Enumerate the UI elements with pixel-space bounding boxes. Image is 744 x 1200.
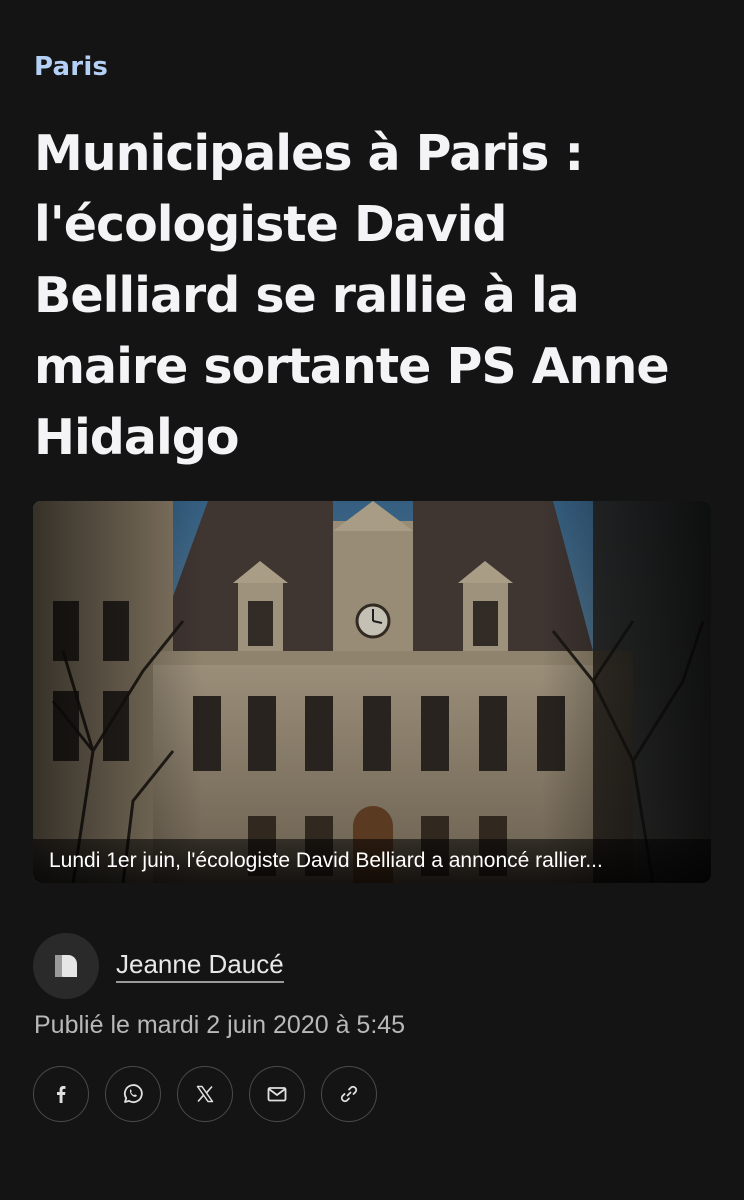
share-buttons	[33, 1066, 377, 1122]
share-facebook-button[interactable]	[33, 1066, 89, 1122]
email-icon	[267, 1087, 287, 1102]
author-logo-icon	[55, 955, 77, 977]
whatsapp-icon	[123, 1084, 143, 1103]
category-link[interactable]: Paris	[34, 52, 108, 82]
article-headline: Municipales à Paris : l'écologiste David…	[34, 125, 670, 466]
image-caption: Lundi 1er juin, l'écologiste David Belli…	[33, 839, 711, 883]
facebook-icon	[57, 1086, 66, 1103]
share-link-button[interactable]	[321, 1066, 377, 1122]
article-image[interactable]: Lundi 1er juin, l'écologiste David Belli…	[33, 501, 711, 883]
share-whatsapp-button[interactable]	[105, 1066, 161, 1122]
city-hall-photo	[33, 501, 711, 883]
x-icon	[196, 1085, 214, 1103]
author-avatar	[33, 933, 99, 999]
share-x-button[interactable]	[177, 1066, 233, 1122]
author-row: Jeanne Daucé	[33, 933, 284, 999]
share-email-button[interactable]	[249, 1066, 305, 1122]
image-caption-text: Lundi 1er juin, l'écologiste David Belli…	[49, 849, 603, 872]
link-icon	[340, 1085, 358, 1103]
publish-date: Publié le mardi 2 juin 2020 à 5:45	[34, 1011, 406, 1039]
author-link[interactable]: Jeanne Daucé	[116, 949, 284, 983]
